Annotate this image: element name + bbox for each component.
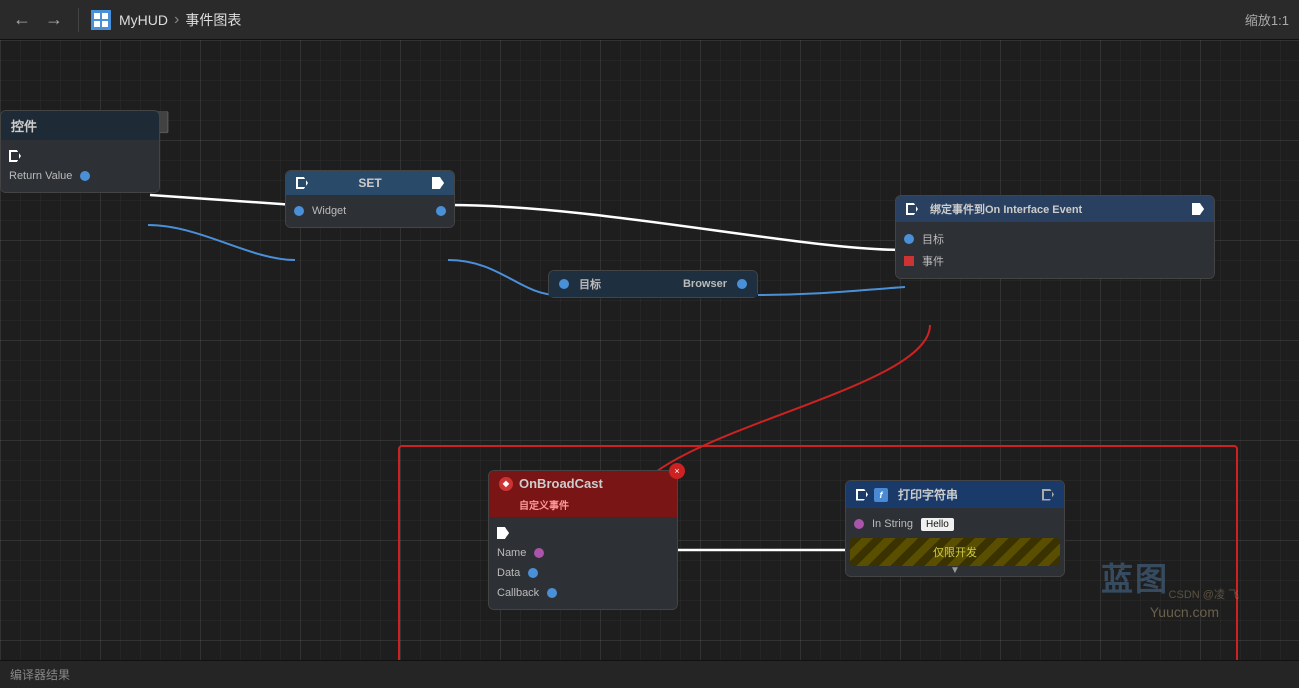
bind-exec-out[interactable] [1192,203,1204,215]
print-warning-label: 仅限开发 [933,544,977,560]
browser-out-pin[interactable] [737,279,747,289]
set-exec-in[interactable] [296,177,308,189]
broadcast-data-row: Data [489,563,677,583]
bind-node-title: 绑定事件到On Interface Event [930,201,1186,217]
broadcast-exec-out[interactable] [497,527,509,539]
broadcast-event-icon: ◆ [499,477,513,491]
widget-in-pin[interactable] [294,206,304,216]
print-node[interactable]: f 打印字符串 In String Hello 仅限开发 ▼ [845,480,1065,577]
set-node-title: SET [314,176,426,190]
print-hello-value[interactable]: Hello [921,518,954,531]
broadcast-close-button[interactable]: × [669,463,685,479]
toolbar: ← → MyHUD › 事件图表 缩放1:1 [0,0,1299,40]
print-in-string-label: In String [872,518,913,530]
breadcrumb-event-graph[interactable]: 事件图表 [185,10,241,30]
bind-exec-in[interactable] [906,203,918,215]
browser-value-label: Browser [683,278,727,290]
widget-out-pin[interactable] [436,206,446,216]
print-node-title: 打印字符串 [898,486,958,503]
broadcast-exec-row [489,523,677,543]
broadcast-name-label: Name [497,547,526,559]
broadcast-callback-row: Callback [489,583,677,603]
broadcast-callback-pin[interactable] [547,588,557,598]
watermark-sub2: CSDN @凌 飞 [1169,586,1239,602]
blueprint-canvas[interactable]: ⬛ 控件 Return Value SET Widget [0,40,1299,660]
watermark-sub: Yuucn.com [1150,604,1219,620]
broadcast-node-body: Name Data Callback [489,517,677,609]
set-node[interactable]: SET Widget [285,170,455,228]
return-value-pin[interactable] [80,171,90,181]
control-node-header: 控件 [1,111,159,140]
print-exec-in[interactable] [856,489,868,501]
broadcast-name-row: Name [489,543,677,563]
forward-button[interactable]: → [42,8,66,32]
set-node-body: Widget [286,195,454,227]
bottom-bar: 编译器结果 [0,660,1299,688]
bind-target-pin[interactable] [904,234,914,244]
breadcrumb: MyHUD › 事件图表 [119,10,241,30]
broadcast-callback-label: Callback [497,587,539,599]
print-exec-out[interactable] [1042,489,1054,501]
return-value-row: Return Value [1,166,159,186]
compiler-results-label[interactable]: 编译器结果 [10,666,70,683]
print-in-string-row: In String Hello [846,514,1064,534]
bind-node-body: 目标 事件 [896,222,1214,278]
control-node-title: 控件 [11,116,37,135]
browser-target-pin[interactable] [559,279,569,289]
widget-label: Widget [312,205,346,217]
bind-target-label: 目标 [922,231,944,247]
set-node-header: SET [286,171,454,195]
return-value-label: Return Value [9,170,72,182]
print-in-string-pin[interactable] [854,519,864,529]
browser-node-header: 目标 Browser [549,271,757,297]
zoom-label: 缩放1:1 [1245,10,1289,29]
watermark-main: 蓝图 [1101,554,1169,600]
warning-chevron: ▼ [950,565,960,576]
exec-out-pin[interactable] [9,150,21,162]
bind-event-pin[interactable] [904,256,914,266]
broadcast-node-subtitle: 自定义事件 [519,497,569,512]
back-button[interactable]: ← [10,8,34,32]
set-exec-out[interactable] [432,177,444,189]
control-node[interactable]: 控件 Return Value [0,110,160,193]
print-func-icon: f [874,488,888,502]
broadcast-data-label: Data [497,567,520,579]
print-warning-stripe: 仅限开发 ▼ [850,538,1060,566]
print-node-header: f 打印字符串 [846,481,1064,508]
broadcast-name-pin[interactable] [534,548,544,558]
bind-event-row: 事件 [896,250,1214,272]
breadcrumb-myhud[interactable]: MyHUD [119,12,168,28]
widget-row: Widget [286,201,454,221]
broadcast-data-pin[interactable] [528,568,538,578]
app-logo [91,10,111,30]
toolbar-separator [78,8,79,32]
bind-event-node[interactable]: 绑定事件到On Interface Event 目标 事件 [895,195,1215,279]
broadcast-node-header: ◆ OnBroadCast 自定义事件 [489,471,677,517]
broadcast-node[interactable]: × ◆ OnBroadCast 自定义事件 Name Data Callback [488,470,678,610]
bind-event-label: 事件 [922,253,944,269]
control-node-body: Return Value [1,140,159,192]
exec-row [1,146,159,166]
bind-node-header: 绑定事件到On Interface Event [896,196,1214,222]
browser-node[interactable]: 目标 Browser [548,270,758,298]
breadcrumb-separator: › [174,11,179,29]
print-node-body: In String Hello 仅限开发 ▼ [846,508,1064,576]
broadcast-node-title: OnBroadCast [519,476,603,491]
browser-target-label: 目标 [579,276,601,292]
bind-target-row: 目标 [896,228,1214,250]
